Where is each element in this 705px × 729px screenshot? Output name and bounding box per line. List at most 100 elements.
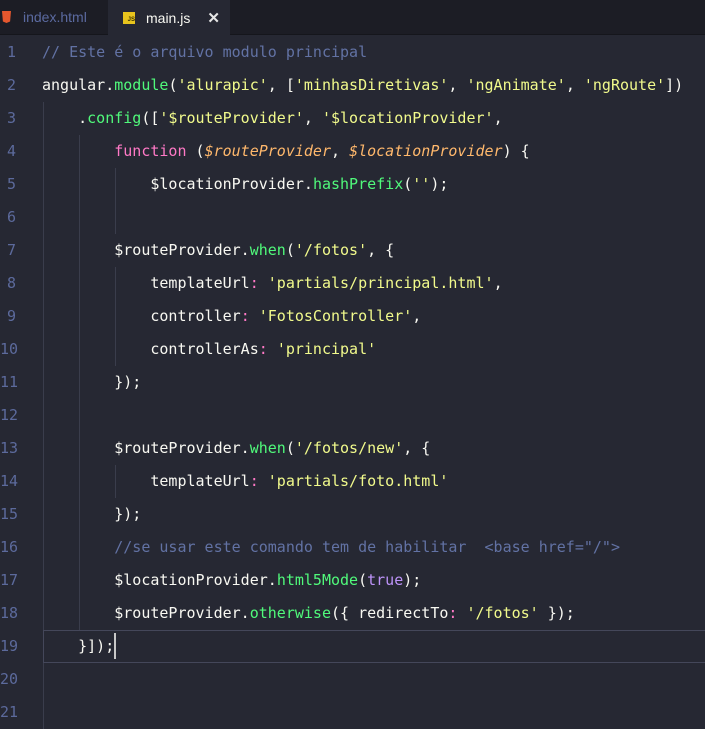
code-text: $locationProvider.hashPrefix(''); — [42, 168, 448, 201]
token-str: 'alurapic' — [177, 75, 268, 94]
indent-guide — [43, 662, 44, 696]
html5-icon — [2, 11, 11, 23]
token-str: 'minhasDiretivas' — [294, 75, 449, 94]
token-str: '$locationProvider' — [321, 108, 494, 127]
code-line[interactable]: 11 }); — [0, 365, 705, 399]
token-plain: }]); — [42, 636, 115, 655]
line-number: 8 — [6, 273, 16, 292]
token-str: '/fotos/new' — [294, 438, 404, 457]
token-kw: function — [114, 141, 187, 160]
code-text: //se usar este comando tem de habilitar … — [42, 531, 620, 564]
line-number: 20 — [0, 669, 19, 688]
token-str: '$routeProvider' — [159, 108, 304, 127]
text-cursor — [114, 633, 117, 659]
token-str: 'FotosController' — [258, 306, 413, 325]
token-plain: controller — [42, 306, 241, 325]
token-plain: $locationProvider. — [42, 570, 277, 589]
token-plain: $routeProvider. — [42, 438, 250, 457]
code-text: $routeProvider.otherwise({ redirectTo: '… — [42, 597, 575, 630]
token-plain: , — [493, 108, 503, 127]
tab-main-js[interactable]: JS main.js ✕ — [108, 0, 230, 35]
code-line[interactable]: 13 $routeProvider.when('/fotos/new', { — [0, 431, 705, 465]
code-text: $routeProvider.when('/fotos/new', { — [42, 432, 430, 465]
tab-label: main.js — [146, 9, 191, 26]
indent-guide — [43, 695, 44, 729]
token-fn: config — [87, 108, 142, 127]
token-plain: ( — [285, 240, 295, 259]
line-number: 1 — [6, 42, 16, 61]
token-str: 'ngAnimate' — [466, 75, 566, 94]
token-plain: $routeProvider. — [42, 240, 250, 259]
token-plain: controllerAs — [42, 339, 259, 358]
token-fn: module — [114, 75, 169, 94]
token-plain: }); — [538, 603, 575, 622]
code-line[interactable]: 9 controller: 'FotosController', — [0, 299, 705, 333]
code-text: // Este é o arquivo modulo principal — [42, 36, 367, 69]
code-line[interactable]: 1 // Este é o arquivo modulo principal — [0, 36, 705, 69]
code-line[interactable]: 3 .config(['$routeProvider', '$locationP… — [0, 101, 705, 135]
token-punct: : — [249, 273, 259, 292]
close-icon[interactable]: ✕ — [207, 9, 220, 27]
line-number: 3 — [6, 108, 16, 127]
line-number: 5 — [6, 174, 16, 193]
code-text — [42, 399, 114, 432]
token-plain: }); — [42, 504, 142, 523]
token-str: '' — [412, 174, 431, 193]
token-plain: ); — [403, 570, 422, 589]
code-line[interactable]: 5 $locationProvider.hashPrefix(''); — [0, 167, 705, 201]
line-number: 15 — [0, 504, 19, 523]
code-line[interactable]: 16 //se usar este comando tem de habilit… — [0, 530, 705, 564]
code-text: }); — [42, 366, 141, 399]
code-line[interactable]: 12 — [0, 398, 705, 432]
code-line[interactable]: 20 — [0, 662, 705, 696]
token-param: $locationProvider — [349, 141, 503, 160]
token-plain: , — [303, 108, 322, 127]
code-line[interactable]: 10 controllerAs: 'principal' — [0, 332, 705, 366]
code-line[interactable]: 15 }); — [0, 497, 705, 531]
code-line[interactable]: 7 $routeProvider.when('/fotos', { — [0, 233, 705, 267]
token-str: 'partials/foto.html' — [267, 471, 449, 490]
line-number: 4 — [6, 141, 16, 160]
token-plain: }); — [42, 372, 142, 391]
token-plain: ( — [358, 570, 368, 589]
code-line[interactable]: 21 — [0, 695, 705, 729]
line-number: 21 — [0, 702, 19, 721]
line-number: 14 — [0, 471, 19, 490]
token-plain: , — [331, 141, 350, 160]
code-line[interactable]: 18 $routeProvider.otherwise({ redirectTo… — [0, 596, 705, 630]
token-punct: : — [240, 306, 250, 325]
code-text: $routeProvider.when('/fotos', { — [42, 234, 394, 267]
code-line[interactable]: 4 function ($routeProvider, $locationPro… — [0, 134, 705, 168]
token-plain: ( — [186, 141, 205, 160]
line-number: 7 — [6, 240, 16, 259]
code-text: }]); — [42, 630, 117, 663]
token-str: '/fotos' — [466, 603, 539, 622]
code-line[interactable]: 2 angular.module('alurapic', ['minhasDire… — [0, 69, 705, 102]
line-number: 9 — [6, 306, 16, 325]
token-plain: , { — [367, 240, 395, 259]
line-number: 19 — [0, 636, 19, 655]
tab-index-html[interactable]: index.html — [0, 0, 106, 34]
token-plain: . — [42, 108, 88, 127]
token-fn: otherwise — [249, 603, 331, 622]
code-line[interactable]: 14 templateUrl: 'partials/foto.html' — [0, 464, 705, 498]
code-line[interactable]: 8 templateUrl: 'partials/principal.html'… — [0, 266, 705, 300]
code-text: function ($routeProvider, $locationProvi… — [42, 135, 529, 168]
token-plain: ({ redirectTo — [331, 603, 449, 622]
code-line[interactable]: 19 }]); — [0, 629, 705, 663]
token-plain: ( — [285, 438, 295, 457]
code-line[interactable]: 6 — [0, 200, 705, 234]
code-line[interactable]: 17 $locationProvider.html5Mode(true); — [0, 563, 705, 597]
token-plain: ([ — [141, 108, 160, 127]
current-line-highlight — [43, 629, 705, 663]
token-punct: : — [258, 339, 268, 358]
token-plain: ]) — [665, 75, 684, 94]
code-editor[interactable]: 1 // Este é o arquivo modulo principal 2 an… — [0, 36, 705, 729]
token-plain: angular. — [42, 75, 115, 94]
token-plain: , [ — [267, 75, 295, 94]
token-plain: , — [493, 273, 503, 292]
